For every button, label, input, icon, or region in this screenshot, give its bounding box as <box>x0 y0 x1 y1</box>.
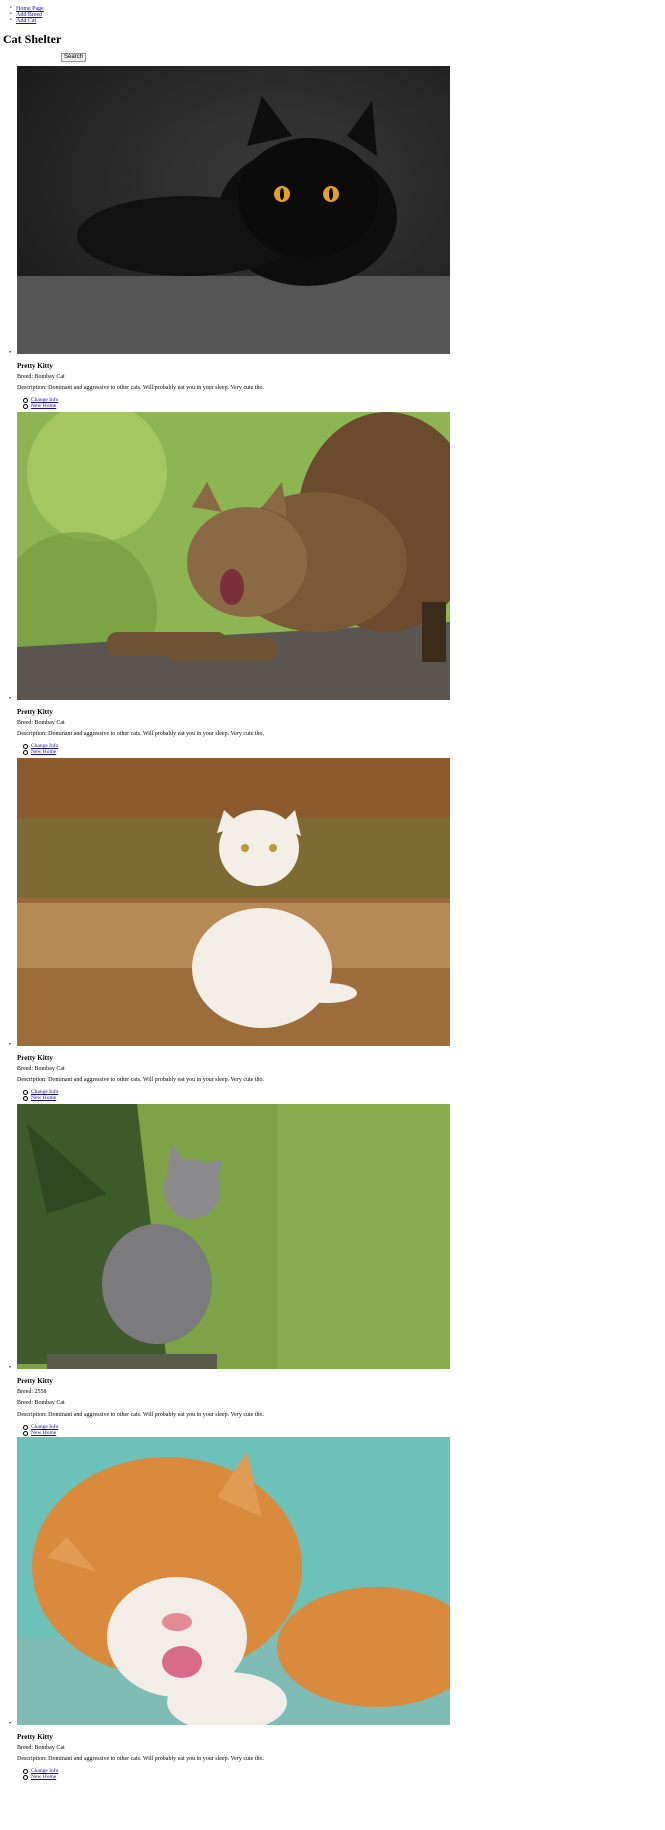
search-input[interactable] <box>3 53 59 61</box>
new-home-item: New Home <box>23 1095 58 1101</box>
cat-breed: Breed: 2558 <box>17 1389 47 1395</box>
cat-name: Pretty Kitty <box>17 1054 53 1062</box>
circle-bullet-icon <box>23 749 28 755</box>
cat-name: Pretty Kitty <box>17 1377 53 1385</box>
cat-photo <box>17 1437 450 1725</box>
main-nav: • Home Page • Add Breed • Add Cat <box>8 6 44 24</box>
cat-description: Description: Dominant and aggressive to … <box>17 385 264 391</box>
cat-breed: Breed: Bombay Cat <box>17 1745 65 1751</box>
cat-description: Description: Dominant and aggressive to … <box>17 1077 264 1083</box>
cat-description: Description: Dominant and aggressive to … <box>17 1756 264 1762</box>
new-home-link[interactable]: New Home <box>31 1774 56 1780</box>
circle-bullet-icon <box>23 1095 28 1101</box>
bullet-icon: • <box>9 1721 12 1727</box>
cat-actions: Change Info New Home <box>23 1089 58 1101</box>
new-home-link[interactable]: New Home <box>31 403 56 409</box>
nav-link-add-cat[interactable]: Add Cat <box>16 18 36 24</box>
circle-bullet-icon <box>23 1774 28 1780</box>
nav-item-add-cat: • Add Cat <box>10 18 44 24</box>
circle-bullet-icon <box>23 397 28 403</box>
new-home-link[interactable]: New Home <box>31 749 56 755</box>
cat-name: Pretty Kitty <box>17 1733 53 1741</box>
bullet-icon: • <box>9 1042 12 1048</box>
page-title: Cat Shelter <box>3 32 62 46</box>
cat-actions: Change Info New Home <box>23 1768 58 1780</box>
cat-photo <box>17 1104 450 1369</box>
new-home-link[interactable]: New Home <box>31 1430 56 1436</box>
circle-bullet-icon <box>23 1424 28 1430</box>
cat-actions: Change Info New Home <box>23 1424 58 1436</box>
new-home-item: New Home <box>23 403 58 409</box>
cat-actions: Change Info New Home <box>23 397 58 409</box>
cat-actions: Change Info New Home <box>23 743 58 755</box>
cat-photo <box>17 66 450 354</box>
circle-bullet-icon <box>23 1430 28 1436</box>
bullet-icon: • <box>9 1365 12 1371</box>
cat-breed: Breed: Bombay Cat <box>17 1066 65 1072</box>
cat-name: Pretty Kitty <box>17 708 53 716</box>
cat-breed-extra: Breed: Bombay Cat <box>17 1400 65 1406</box>
new-home-item: New Home <box>23 1430 58 1436</box>
cat-photo <box>17 412 450 700</box>
new-home-item: New Home <box>23 749 58 755</box>
cat-description: Description: Dominant and aggressive to … <box>17 1412 264 1418</box>
new-home-item: New Home <box>23 1774 58 1780</box>
circle-bullet-icon <box>23 1089 28 1095</box>
cat-name: Pretty Kitty <box>17 362 53 370</box>
circle-bullet-icon <box>23 403 28 409</box>
cat-breed: Breed: Bombay Cat <box>17 374 65 380</box>
bullet-icon: • <box>9 696 12 702</box>
new-home-link[interactable]: New Home <box>31 1095 56 1101</box>
bullet-icon: • <box>9 350 12 356</box>
cat-description: Description: Dominant and aggressive to … <box>17 731 264 737</box>
circle-bullet-icon <box>23 1768 28 1774</box>
cat-photo <box>17 758 450 1046</box>
search-button[interactable]: Search <box>61 53 87 62</box>
cat-breed: Breed: Bombay Cat <box>17 720 65 726</box>
circle-bullet-icon <box>23 743 28 749</box>
